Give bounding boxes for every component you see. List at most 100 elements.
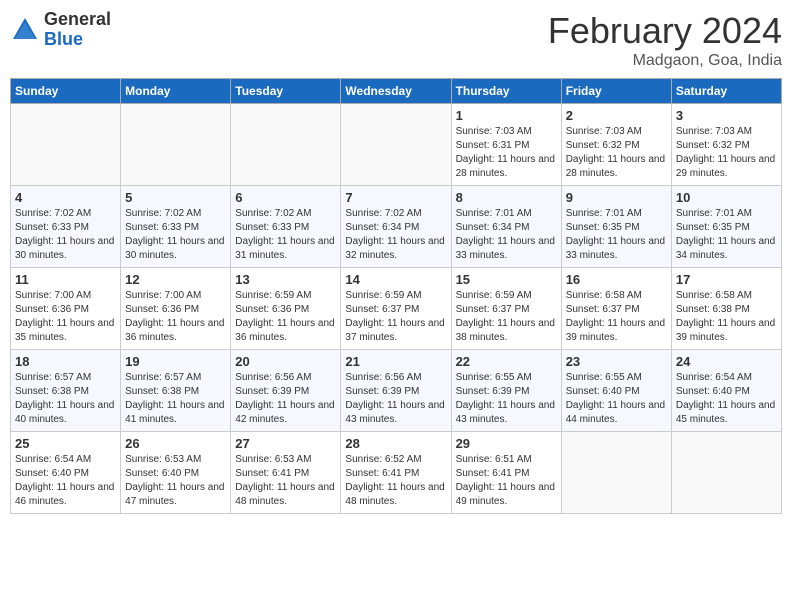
day-number: 22 <box>456 354 557 369</box>
calendar-cell: 21 Sunrise: 6:56 AMSunset: 6:39 PMDayligh… <box>341 350 451 432</box>
calendar-cell: 10 Sunrise: 7:01 AMSunset: 6:35 PMDayligh… <box>671 186 781 268</box>
calendar-cell <box>231 104 341 186</box>
weekday-header-cell: Thursday <box>451 79 561 104</box>
day-info: Sunrise: 7:01 AMSunset: 6:35 PMDaylight:… <box>566 207 667 263</box>
logo: General Blue <box>10 10 111 50</box>
day-number: 2 <box>566 108 667 123</box>
weekday-header-cell: Tuesday <box>231 79 341 104</box>
calendar-cell: 29 Sunrise: 6:51 AMSunset: 6:41 PMDayligh… <box>451 432 561 514</box>
day-number: 11 <box>15 272 116 287</box>
calendar-cell: 2 Sunrise: 7:03 AMSunset: 6:32 PMDaylight… <box>561 104 671 186</box>
day-info: Sunrise: 6:51 AMSunset: 6:41 PMDaylight:… <box>456 453 557 509</box>
day-info: Sunrise: 6:58 AMSunset: 6:37 PMDaylight:… <box>566 289 667 345</box>
calendar-cell: 23 Sunrise: 6:55 AMSunset: 6:40 PMDayligh… <box>561 350 671 432</box>
day-info: Sunrise: 6:56 AMSunset: 6:39 PMDaylight:… <box>345 371 446 427</box>
day-number: 19 <box>125 354 226 369</box>
calendar-body: 1 Sunrise: 7:03 AMSunset: 6:31 PMDaylight… <box>11 104 782 514</box>
day-number: 14 <box>345 272 446 287</box>
day-info: Sunrise: 6:57 AMSunset: 6:38 PMDaylight:… <box>125 371 226 427</box>
calendar-cell: 19 Sunrise: 6:57 AMSunset: 6:38 PMDayligh… <box>121 350 231 432</box>
day-info: Sunrise: 6:54 AMSunset: 6:40 PMDaylight:… <box>676 371 777 427</box>
day-number: 26 <box>125 436 226 451</box>
weekday-header-cell: Sunday <box>11 79 121 104</box>
day-number: 4 <box>15 190 116 205</box>
day-number: 29 <box>456 436 557 451</box>
day-info: Sunrise: 6:56 AMSunset: 6:39 PMDaylight:… <box>235 371 336 427</box>
day-number: 7 <box>345 190 446 205</box>
day-number: 21 <box>345 354 446 369</box>
day-info: Sunrise: 7:01 AMSunset: 6:34 PMDaylight:… <box>456 207 557 263</box>
day-info: Sunrise: 7:03 AMSunset: 6:31 PMDaylight:… <box>456 125 557 181</box>
calendar-week-row: 4 Sunrise: 7:02 AMSunset: 6:33 PMDaylight… <box>11 186 782 268</box>
weekday-header-cell: Wednesday <box>341 79 451 104</box>
calendar-cell: 6 Sunrise: 7:02 AMSunset: 6:33 PMDaylight… <box>231 186 341 268</box>
calendar-cell: 27Sunrise: 6:53 AMSunset: 6:41 PMDayligh… <box>231 432 341 514</box>
calendar-subtitle: Madgaon, Goa, India <box>548 52 782 70</box>
day-number: 18 <box>15 354 116 369</box>
day-info: Sunrise: 7:01 AMSunset: 6:35 PMDaylight:… <box>676 207 777 263</box>
calendar-cell: 13 Sunrise: 6:59 AMSunset: 6:36 PMDayligh… <box>231 268 341 350</box>
day-info: Sunrise: 7:02 AMSunset: 6:33 PMDaylight:… <box>15 207 116 263</box>
day-number: 5 <box>125 190 226 205</box>
day-info: Sunrise: 6:55 AMSunset: 6:39 PMDaylight:… <box>456 371 557 427</box>
calendar-week-row: 18 Sunrise: 6:57 AMSunset: 6:38 PMDayligh… <box>11 350 782 432</box>
calendar-cell: 4 Sunrise: 7:02 AMSunset: 6:33 PMDaylight… <box>11 186 121 268</box>
calendar-cell: 9 Sunrise: 7:01 AMSunset: 6:35 PMDaylight… <box>561 186 671 268</box>
calendar-week-row: 11 Sunrise: 7:00 AMSunset: 6:36 PMDayligh… <box>11 268 782 350</box>
calendar-cell: 1 Sunrise: 7:03 AMSunset: 6:31 PMDaylight… <box>451 104 561 186</box>
day-info: Sunrise: 7:02 AMSunset: 6:33 PMDaylight:… <box>235 207 336 263</box>
calendar-cell: 26 Sunrise: 6:53 AMSunset: 6:40 PMDayligh… <box>121 432 231 514</box>
calendar-cell: 18 Sunrise: 6:57 AMSunset: 6:38 PMDayligh… <box>11 350 121 432</box>
calendar-cell: 12 Sunrise: 7:00 AMSunset: 6:36 PMDayligh… <box>121 268 231 350</box>
calendar-cell: 14Sunrise: 6:59 AMSunset: 6:37 PMDayligh… <box>341 268 451 350</box>
day-number: 9 <box>566 190 667 205</box>
logo-icon <box>10 15 40 45</box>
calendar-cell: 11 Sunrise: 7:00 AMSunset: 6:36 PMDayligh… <box>11 268 121 350</box>
day-number: 28 <box>345 436 446 451</box>
day-info: Sunrise: 7:03 AMSunset: 6:32 PMDaylight:… <box>566 125 667 181</box>
page-header: General Blue February 2024 Madgaon, Goa,… <box>10 10 782 70</box>
day-info: Sunrise: 6:59 AMSunset: 6:36 PMDaylight:… <box>235 289 336 345</box>
day-number: 6 <box>235 190 336 205</box>
day-number: 8 <box>456 190 557 205</box>
calendar-cell: 20 Sunrise: 6:56 AMSunset: 6:39 PMDayligh… <box>231 350 341 432</box>
calendar-cell: 17 Sunrise: 6:58 AMSunset: 6:38 PMDayligh… <box>671 268 781 350</box>
day-info: Sunrise: 6:55 AMSunset: 6:40 PMDaylight:… <box>566 371 667 427</box>
day-info: Sunrise: 6:57 AMSunset: 6:38 PMDaylight:… <box>15 371 116 427</box>
day-info: Sunrise: 7:00 AMSunset: 6:36 PMDaylight:… <box>15 289 116 345</box>
day-number: 17 <box>676 272 777 287</box>
day-number: 1 <box>456 108 557 123</box>
day-info: Sunrise: 6:53 AMSunset: 6:40 PMDaylight:… <box>125 453 226 509</box>
title-block: February 2024 Madgaon, Goa, India <box>548 10 782 70</box>
weekday-header-cell: Friday <box>561 79 671 104</box>
logo-blue-text: Blue <box>44 29 83 49</box>
day-number: 25 <box>15 436 116 451</box>
logo-general-text: General <box>44 9 111 29</box>
calendar-title: February 2024 <box>548 10 782 52</box>
day-number: 27 <box>235 436 336 451</box>
day-info: Sunrise: 6:52 AMSunset: 6:41 PMDaylight:… <box>345 453 446 509</box>
calendar-cell <box>11 104 121 186</box>
weekday-header-row: SundayMondayTuesdayWednesdayThursdayFrid… <box>11 79 782 104</box>
calendar-cell: 5 Sunrise: 7:02 AMSunset: 6:33 PMDaylight… <box>121 186 231 268</box>
day-number: 12 <box>125 272 226 287</box>
calendar-cell <box>341 104 451 186</box>
calendar-cell: 15Sunrise: 6:59 AMSunset: 6:37 PMDayligh… <box>451 268 561 350</box>
day-info: Sunrise: 7:02 AMSunset: 6:33 PMDaylight:… <box>125 207 226 263</box>
day-number: 20 <box>235 354 336 369</box>
day-number: 10 <box>676 190 777 205</box>
calendar-cell: 3Sunrise: 7:03 AMSunset: 6:32 PMDaylight… <box>671 104 781 186</box>
day-info: Sunrise: 6:58 AMSunset: 6:38 PMDaylight:… <box>676 289 777 345</box>
day-number: 3 <box>676 108 777 123</box>
calendar-cell: 16 Sunrise: 6:58 AMSunset: 6:37 PMDayligh… <box>561 268 671 350</box>
calendar-cell: 25 Sunrise: 6:54 AMSunset: 6:40 PMDayligh… <box>11 432 121 514</box>
day-number: 24 <box>676 354 777 369</box>
calendar-week-row: 1 Sunrise: 7:03 AMSunset: 6:31 PMDaylight… <box>11 104 782 186</box>
day-info: Sunrise: 6:54 AMSunset: 6:40 PMDaylight:… <box>15 453 116 509</box>
day-number: 23 <box>566 354 667 369</box>
day-info: Sunrise: 7:00 AMSunset: 6:36 PMDaylight:… <box>125 289 226 345</box>
day-number: 16 <box>566 272 667 287</box>
calendar-cell: 24 Sunrise: 6:54 AMSunset: 6:40 PMDayligh… <box>671 350 781 432</box>
calendar-cell <box>671 432 781 514</box>
day-number: 13 <box>235 272 336 287</box>
